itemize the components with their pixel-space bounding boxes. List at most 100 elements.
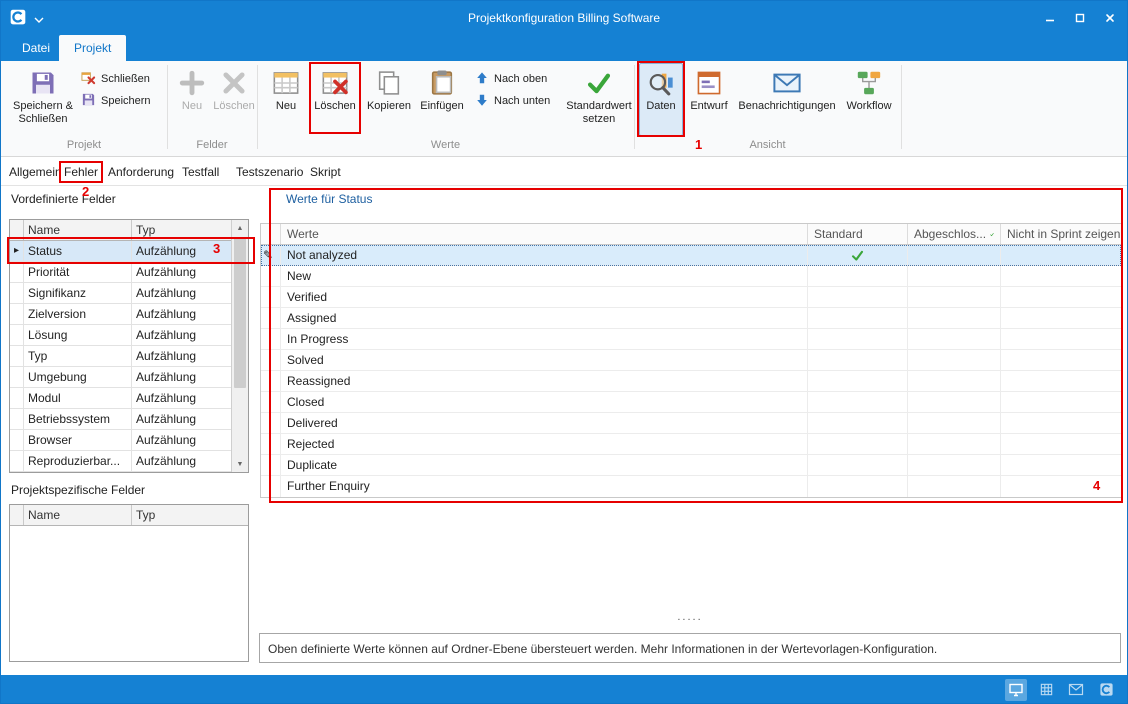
abgeschlossen-cell[interactable] xyxy=(908,329,1001,349)
value-delete-button[interactable]: Löschen xyxy=(311,63,359,136)
field-row[interactable]: SignifikanzAufzählung xyxy=(10,283,248,304)
tab-fehler[interactable]: Fehler xyxy=(64,165,98,179)
value-paste-button[interactable]: Einfügen xyxy=(417,63,467,136)
field-row[interactable]: LösungAufzählung xyxy=(10,325,248,346)
value-row[interactable]: Further Enquiry xyxy=(261,476,1121,497)
field-new-button[interactable]: Neu xyxy=(173,63,211,136)
field-row[interactable]: ZielversionAufzählung xyxy=(10,304,248,325)
standard-cell[interactable] xyxy=(808,371,908,391)
standard-cell[interactable] xyxy=(808,392,908,412)
workflow-button[interactable]: Workflow xyxy=(843,63,895,136)
value-row[interactable]: Solved xyxy=(261,350,1121,371)
view-design-button[interactable]: Entwurf xyxy=(687,63,731,136)
standard-cell[interactable] xyxy=(808,329,908,349)
tab-anforderung[interactable]: Anforderung xyxy=(108,165,174,179)
abgeschlossen-cell[interactable] xyxy=(908,413,1001,433)
abgeschlossen-cell[interactable] xyxy=(908,371,1001,391)
set-default-button[interactable]: Standardwert setzen xyxy=(563,63,635,136)
ribbon-tab-datei[interactable]: Datei xyxy=(7,35,65,61)
tab-allgemein[interactable]: Allgemein xyxy=(9,165,62,179)
abgeschlossen-cell[interactable] xyxy=(908,245,1001,265)
column-header-werte[interactable]: Werte xyxy=(281,224,808,244)
save-project-button[interactable]: Speichern xyxy=(81,91,163,111)
tab-testfall[interactable]: Testfall xyxy=(182,165,219,179)
value-row[interactable]: New xyxy=(261,266,1121,287)
standard-cell[interactable] xyxy=(808,476,908,497)
sprint-cell[interactable] xyxy=(1001,371,1121,391)
sprint-cell[interactable] xyxy=(1001,476,1121,497)
value-row[interactable]: Duplicate xyxy=(261,455,1121,476)
field-row[interactable]: BetriebssystemAufzählung xyxy=(10,409,248,430)
move-up-button[interactable]: Nach oben xyxy=(475,69,561,89)
field-delete-button[interactable]: Löschen xyxy=(213,63,255,136)
vertical-scrollbar[interactable]: ▲ ▼ xyxy=(231,220,248,472)
field-row[interactable]: TypAufzählung xyxy=(10,346,248,367)
column-header-name[interactable]: Name xyxy=(24,505,132,525)
scrollbar-thumb[interactable] xyxy=(234,238,246,388)
standard-check-cell[interactable] xyxy=(808,245,908,265)
value-row-not-analyzed[interactable]: ✎ Not analyzed xyxy=(261,245,1121,266)
standard-cell[interactable] xyxy=(808,350,908,370)
sprint-cell[interactable] xyxy=(1001,266,1121,286)
statusbar-app-logo-icon[interactable] xyxy=(1095,679,1117,701)
field-row[interactable]: Reproduzierbar...Aufzählung xyxy=(10,451,248,472)
scroll-down-arrow-icon[interactable]: ▼ xyxy=(232,456,248,472)
splitter-handle[interactable]: ..... xyxy=(259,611,1121,623)
column-header-sprint[interactable]: Nicht in Sprint zeigen xyxy=(1001,224,1121,244)
sprint-cell[interactable] xyxy=(1001,245,1121,265)
sprint-cell[interactable] xyxy=(1001,392,1121,412)
abgeschlossen-cell[interactable] xyxy=(908,266,1001,286)
standard-cell[interactable] xyxy=(808,308,908,328)
abgeschlossen-cell[interactable] xyxy=(908,392,1001,412)
sprint-cell[interactable] xyxy=(1001,413,1121,433)
field-row[interactable]: PrioritätAufzählung xyxy=(10,262,248,283)
value-row[interactable]: Rejected xyxy=(261,434,1121,455)
move-down-button[interactable]: Nach unten xyxy=(475,91,561,111)
field-row[interactable]: BrowserAufzählung xyxy=(10,430,248,451)
abgeschlossen-cell[interactable] xyxy=(908,308,1001,328)
value-row[interactable]: In Progress xyxy=(261,329,1121,350)
value-row[interactable]: Delivered xyxy=(261,413,1121,434)
save-and-close-button[interactable]: Speichern & Schließen xyxy=(9,63,77,136)
statusbar-mail-icon[interactable] xyxy=(1065,679,1087,701)
value-row[interactable]: Closed xyxy=(261,392,1121,413)
ribbon-tab-projekt[interactable]: Projekt xyxy=(59,35,126,61)
view-data-button[interactable]: Daten xyxy=(639,63,683,136)
notifications-button[interactable]: Benachrichtigungen xyxy=(733,63,841,136)
value-copy-button[interactable]: Kopieren xyxy=(363,63,415,136)
standard-cell[interactable] xyxy=(808,287,908,307)
standard-cell[interactable] xyxy=(808,266,908,286)
minimize-button[interactable] xyxy=(1035,5,1065,31)
sprint-cell[interactable] xyxy=(1001,455,1121,475)
column-header-standard[interactable]: Standard xyxy=(808,224,908,244)
column-header-typ[interactable]: Typ xyxy=(132,505,248,525)
value-new-button[interactable]: Neu xyxy=(265,63,307,136)
sprint-cell[interactable] xyxy=(1001,350,1121,370)
value-row[interactable]: Reassigned xyxy=(261,371,1121,392)
abgeschlossen-cell[interactable] xyxy=(908,350,1001,370)
field-row[interactable]: ModulAufzählung xyxy=(10,388,248,409)
standard-cell[interactable] xyxy=(808,434,908,454)
column-header-name[interactable]: Name xyxy=(24,220,132,240)
abgeschlossen-cell[interactable] xyxy=(908,455,1001,475)
standard-cell[interactable] xyxy=(808,413,908,433)
close-project-button[interactable]: Schließen xyxy=(81,69,163,89)
close-button[interactable] xyxy=(1095,5,1125,31)
maximize-button[interactable] xyxy=(1065,5,1095,31)
abgeschlossen-cell[interactable] xyxy=(908,476,1001,497)
field-row[interactable]: UmgebungAufzählung xyxy=(10,367,248,388)
sprint-cell[interactable] xyxy=(1001,329,1121,349)
sprint-cell[interactable] xyxy=(1001,308,1121,328)
value-row[interactable]: Assigned xyxy=(261,308,1121,329)
sprint-cell[interactable] xyxy=(1001,287,1121,307)
sprint-cell[interactable] xyxy=(1001,434,1121,454)
tab-testszenario[interactable]: Testszenario xyxy=(236,165,303,179)
standard-cell[interactable] xyxy=(808,455,908,475)
tab-skript[interactable]: Skript xyxy=(310,165,341,179)
statusbar-devices-icon[interactable] xyxy=(1005,679,1027,701)
field-row-status[interactable]: ▸ Status Aufzählung xyxy=(10,241,248,262)
value-row[interactable]: Verified xyxy=(261,287,1121,308)
statusbar-grid-icon[interactable] xyxy=(1035,679,1057,701)
abgeschlossen-cell[interactable] xyxy=(908,287,1001,307)
abgeschlossen-cell[interactable] xyxy=(908,434,1001,454)
